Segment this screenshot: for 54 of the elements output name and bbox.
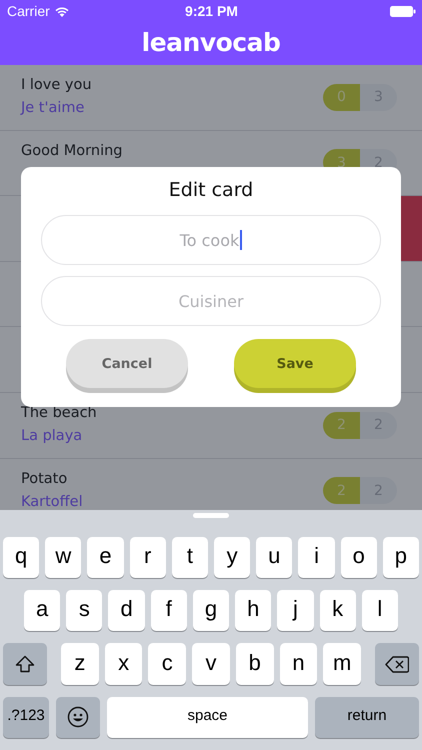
keyboard-key[interactable]: l <box>362 590 398 632</box>
keyboard-key[interactable]: u <box>256 536 292 578</box>
keyboard-key[interactable]: a <box>24 590 60 632</box>
keyboard-key[interactable]: j <box>277 590 314 632</box>
app-logo: leanvocab <box>140 27 282 59</box>
cancel-button[interactable]: Cancel <box>66 339 188 388</box>
card-term: The beach <box>21 404 98 421</box>
shift-key[interactable] <box>2 643 47 685</box>
card-translation: Je t'aime <box>21 100 86 116</box>
correct-count: 2 <box>323 412 360 439</box>
keyboard-key[interactable]: b <box>236 643 274 685</box>
keyboard-key[interactable]: f <box>150 590 187 632</box>
shift-icon <box>14 655 35 674</box>
return-key[interactable]: return <box>315 696 419 738</box>
keyboard-key[interactable]: s <box>66 590 102 632</box>
keyboard-key[interactable]: y <box>214 536 250 578</box>
keyboard-key[interactable]: h <box>235 590 272 632</box>
backspace-icon <box>385 656 410 673</box>
correct-count: 0 <box>323 84 360 111</box>
keyboard-key[interactable]: e <box>87 536 124 578</box>
keyboard-key[interactable]: m <box>323 643 362 685</box>
keyboard-key[interactable]: o <box>340 536 377 578</box>
drag-handle[interactable] <box>193 513 229 518</box>
keyboard-key[interactable]: g <box>192 590 230 632</box>
keyboard-key[interactable]: p <box>382 536 420 578</box>
keyboard-key[interactable]: k <box>320 590 356 632</box>
dialog-title: Edit card <box>168 179 254 201</box>
keyboard-key[interactable]: r <box>130 536 166 578</box>
keyboard-key[interactable]: i <box>298 536 335 578</box>
keyboard-key[interactable]: t <box>172 536 208 578</box>
smiley-icon <box>67 706 89 728</box>
card-translation: Kartoffel <box>21 494 84 510</box>
numbers-key[interactable]: .?123 <box>3 696 49 738</box>
keyboard-key[interactable]: n <box>280 643 318 685</box>
keyboard-key[interactable]: w <box>45 536 82 578</box>
card-term: I love you <box>21 77 93 93</box>
keyboard-key[interactable]: q <box>2 536 40 578</box>
keyboard-key[interactable]: v <box>192 643 230 685</box>
card-term: Potato <box>21 470 68 487</box>
battery-icon <box>390 6 416 16</box>
emoji-key[interactable] <box>56 696 100 738</box>
card-term: Good Morning <box>21 142 124 159</box>
carrier-label: Carrier <box>7 3 50 19</box>
wifi-icon <box>54 6 69 16</box>
space-key[interactable]: space <box>107 696 308 738</box>
clock-time: 9:21 PM <box>185 3 238 19</box>
keyboard-key[interactable]: x <box>104 643 142 685</box>
keyboard-key[interactable]: d <box>108 590 145 632</box>
card-translation: La playa <box>21 428 84 444</box>
correct-count: 2 <box>323 477 360 504</box>
save-button[interactable]: Save <box>234 339 356 388</box>
backspace-key[interactable] <box>375 643 420 685</box>
keyboard-key[interactable]: c <box>148 643 186 685</box>
keyboard-key[interactable]: z <box>60 643 99 685</box>
